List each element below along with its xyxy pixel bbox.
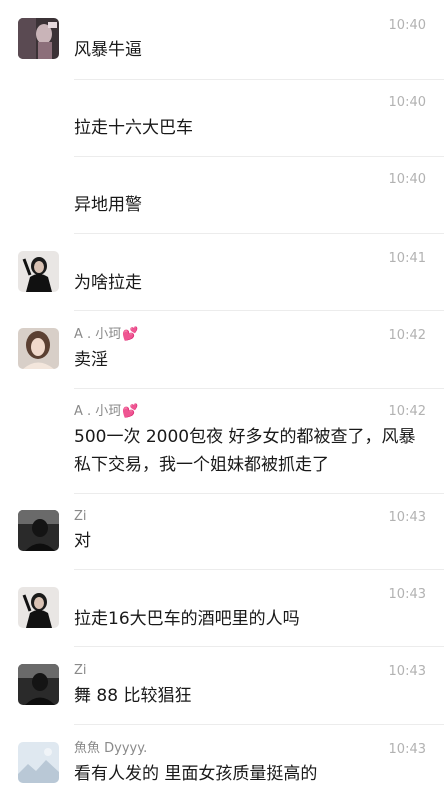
avatar[interactable]	[18, 18, 59, 59]
photo-dark-icon	[18, 18, 59, 59]
avatar[interactable]	[18, 510, 59, 551]
chat-message: 10:40 拉走十六大巴车	[0, 80, 444, 157]
message-text: 500一次 2000包夜 好多女的都被查了，风暴私下交易，我一个姐妹都被抓走了	[74, 427, 416, 475]
message-time: 10:43	[388, 587, 426, 602]
dark-silhouette-icon	[18, 664, 59, 705]
sender-name: Zi	[74, 509, 87, 524]
heart-emoji-icon: 💕	[122, 404, 139, 419]
message-time: 10:41	[388, 251, 426, 266]
message-text: 卖淫	[74, 350, 108, 370]
landscape-icon	[18, 742, 59, 783]
avatar[interactable]	[18, 251, 59, 292]
dark-silhouette-icon	[18, 510, 59, 551]
message-time: 10:42	[388, 404, 426, 419]
message-time: 10:40	[388, 95, 426, 110]
chat-message: A . 小珂💕 10:42 500一次 2000包夜 好多女的都被查了，风暴私下…	[0, 389, 444, 494]
chat-message-list[interactable]: 10:40 风暴牛逼 10:40 拉走十六大巴车 10:40 异地用警 10:4…	[0, 0, 444, 800]
message-text: 为啥拉走	[74, 273, 142, 293]
woman-portrait-icon	[18, 328, 59, 369]
chat-message: Zi 10:43 对	[0, 494, 444, 570]
sender-name: A . 小珂💕	[74, 327, 139, 342]
message-text: 风暴牛逼	[74, 40, 142, 60]
message-text: 舞 88 比较猖狂	[74, 686, 192, 706]
message-text: 异地用警	[74, 195, 142, 215]
message-time: 10:43	[388, 742, 426, 757]
chat-message: A . 小珂💕 10:42 卖淫	[0, 311, 444, 389]
chat-message: 10:40 风暴牛逼	[0, 0, 444, 80]
message-text: 看有人发的 里面女孩质量挺高的	[74, 764, 318, 784]
chat-message: Zi 10:43 舞 88 比较猖狂	[0, 647, 444, 725]
woman-black-outfit-icon	[18, 251, 59, 292]
message-time: 10:43	[388, 510, 426, 525]
message-text: 拉走16大巴车的酒吧里的人吗	[74, 609, 300, 629]
message-time: 10:43	[388, 664, 426, 679]
message-text: 拉走十六大巴车	[74, 118, 193, 138]
avatar[interactable]	[18, 664, 59, 705]
avatar[interactable]	[18, 328, 59, 369]
message-text: 对	[74, 531, 91, 551]
message-time: 10:40	[388, 18, 426, 33]
chat-message: 10:40 异地用警	[0, 157, 444, 234]
message-time: 10:40	[388, 172, 426, 187]
woman-black-outfit-icon	[18, 587, 59, 628]
chat-message: 10:43 拉走16大巴车的酒吧里的人吗	[0, 570, 444, 647]
avatar[interactable]	[18, 587, 59, 628]
sender-name: Zi	[74, 663, 87, 678]
heart-emoji-icon: 💕	[122, 327, 139, 342]
chat-message: 10:41 为啥拉走	[0, 234, 444, 311]
sender-name: A . 小珂💕	[74, 404, 139, 419]
chat-message: 魚魚 Dyyyy. 10:43 看有人发的 里面女孩质量挺高的	[0, 725, 444, 800]
avatar[interactable]	[18, 742, 59, 783]
sender-name: 魚魚 Dyyyy.	[74, 741, 148, 756]
message-time: 10:42	[388, 328, 426, 343]
